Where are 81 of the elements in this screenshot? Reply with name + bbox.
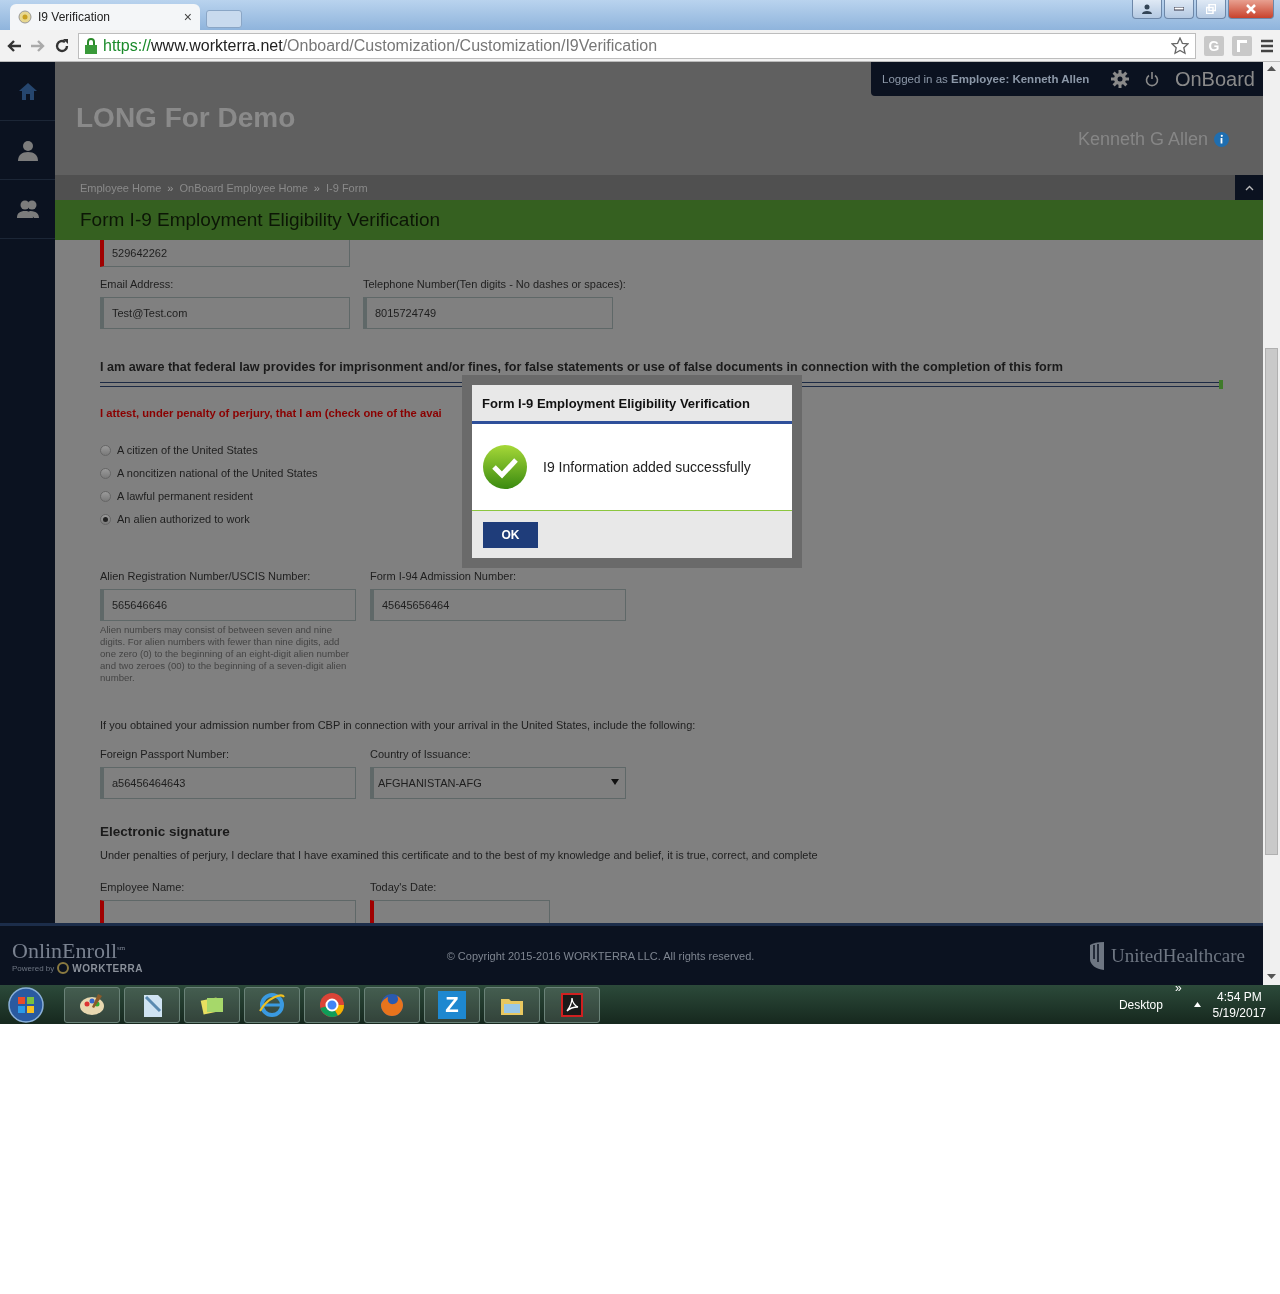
radio-label[interactable]: A citizen of the United States bbox=[117, 444, 258, 456]
section-heading: Electronic signature bbox=[100, 824, 231, 839]
info-icon[interactable] bbox=[1214, 132, 1229, 147]
radio-button[interactable] bbox=[100, 467, 111, 479]
lock-icon bbox=[85, 37, 97, 54]
restore-button[interactable] bbox=[1196, 0, 1226, 19]
input-field[interactable]: 529642262 bbox=[100, 240, 350, 267]
input-field[interactable]: 8015724749 bbox=[363, 297, 613, 329]
reload-icon[interactable] bbox=[54, 37, 70, 54]
page-title: Form I-9 Employment Eligibility Verification bbox=[55, 200, 1263, 240]
breadcrumb-separator: » bbox=[167, 181, 174, 194]
address-bar[interactable]: https://www.workterra.net/Onboard/Customization/Customization/I9Verification bbox=[78, 32, 1196, 59]
radio-button[interactable] bbox=[100, 490, 111, 502]
field-label: Telephone Number(Ten digits - No dashes or spaces): bbox=[363, 278, 626, 291]
browser-tab[interactable]: I9 Verification × bbox=[10, 4, 200, 30]
dialog-title: Form I-9 Employment Eligibility Verification bbox=[472, 385, 792, 424]
input-field[interactable]: a56456464643 bbox=[100, 767, 356, 799]
field-label: Employee Name: bbox=[100, 881, 186, 894]
statement-text: I am aware that federal law provides for imprisonment and/or fines, for false statements or use of false documents in connection with the completion of this form bbox=[100, 360, 1064, 374]
ok-button[interactable]: OK bbox=[483, 522, 538, 548]
favicon-icon bbox=[18, 10, 32, 24]
instruction-text: If you obtained your admission number from CBP in connection with your arrival in the United States, include the following: bbox=[100, 719, 697, 731]
field-label: Country of Issuance: bbox=[370, 748, 472, 761]
letter-e-globe-icon[interactable] bbox=[258, 990, 286, 1019]
chevron-up-icon bbox=[1244, 184, 1254, 191]
field-label: Email Address: bbox=[100, 278, 175, 291]
desktop-toolbar-label[interactable]: Desktop bbox=[1118, 997, 1163, 1012]
caret-icon bbox=[611, 778, 619, 786]
power-icon[interactable] bbox=[1144, 71, 1159, 87]
radio-label[interactable]: An alien authorized to work bbox=[117, 513, 250, 525]
input-field[interactable] bbox=[100, 900, 356, 923]
input-field[interactable] bbox=[370, 900, 550, 923]
user-icon bbox=[1141, 4, 1153, 14]
dialog-message: I9 Information added successfully bbox=[543, 459, 751, 475]
input-field[interactable]: Test@Test.com bbox=[100, 297, 350, 329]
input-field[interactable]: 565646646 bbox=[100, 589, 356, 621]
field-label: Today's Date: bbox=[370, 881, 438, 894]
close-icon bbox=[1246, 4, 1256, 14]
breadcrumb-link[interactable]: I-9 Form bbox=[326, 181, 368, 194]
radio-button[interactable] bbox=[100, 513, 111, 525]
scroll-down-icon[interactable] bbox=[1267, 974, 1276, 979]
user-button[interactable] bbox=[1132, 0, 1162, 19]
app-icon[interactable]: Z bbox=[438, 990, 466, 1019]
scrollbar[interactable] bbox=[1263, 62, 1280, 985]
collapse-button[interactable] bbox=[1235, 175, 1263, 200]
radio-label[interactable]: A noncitizen national of the United States bbox=[117, 467, 318, 479]
breadcrumb-link[interactable]: Employee Home bbox=[80, 181, 162, 194]
minimize-icon bbox=[1174, 7, 1184, 11]
document-icon[interactable] bbox=[558, 990, 586, 1019]
app-name: OnBoard bbox=[1174, 67, 1255, 91]
breadcrumb-separator: » bbox=[313, 181, 320, 194]
country-select[interactable]: AFGHANISTAN-AFG bbox=[370, 767, 626, 799]
checkmark-icon bbox=[482, 444, 528, 490]
tray-arrow-icon[interactable] bbox=[1193, 1002, 1201, 1007]
radio-button[interactable] bbox=[100, 444, 111, 456]
partner-logo: UnitedHealthcare bbox=[1089, 940, 1245, 971]
star-icon[interactable] bbox=[1171, 36, 1189, 55]
field-label: Form I-94 Admission Number: bbox=[370, 570, 518, 583]
field-label: Foreign Passport Number: bbox=[100, 748, 230, 761]
overflow-chevron[interactable]: » bbox=[1174, 980, 1182, 995]
people-icon[interactable] bbox=[16, 198, 39, 220]
input-field[interactable]: 45645656464 bbox=[370, 589, 626, 621]
back-icon[interactable] bbox=[6, 37, 22, 54]
breadcrumb-link[interactable]: OnBoard Employee Home bbox=[179, 181, 308, 194]
close-tab-button[interactable]: × bbox=[183, 9, 192, 25]
logged-in-text: Logged in as Employee: Kenneth Allen bbox=[882, 73, 1091, 85]
restore-icon bbox=[1206, 4, 1216, 14]
field-label: Alien Registration Number/USCIS Number: bbox=[100, 570, 312, 583]
attestation-text: I attest, under penalty of perjury, that I am (check one of the avai bbox=[100, 407, 443, 419]
scroll-up-icon[interactable] bbox=[1267, 66, 1276, 71]
copyright-text: © Copyright 2015-2016 WORKTERRA LLC. All rights reserved. bbox=[445, 949, 756, 962]
person-icon[interactable] bbox=[16, 139, 39, 161]
menu-icon[interactable] bbox=[1260, 38, 1274, 53]
logo: OnlinEnroll$^{sm}$ Powered by WORKTERRA bbox=[12, 937, 144, 975]
declaration-text: Under penalties of perjury, I declare that I have examined this certificate and to the best of my knowledge and belief, it is true, correct, and complete bbox=[100, 849, 819, 861]
close-button[interactable] bbox=[1228, 0, 1274, 19]
tricolor-circle-icon[interactable] bbox=[318, 990, 346, 1019]
settings-icon[interactable] bbox=[1110, 70, 1129, 88]
radio-label[interactable]: A lawful permanent resident bbox=[117, 490, 253, 502]
start-orb-icon[interactable] bbox=[6, 986, 46, 1023]
clock[interactable]: 4:54 PM 5/19/2017 bbox=[1212, 988, 1274, 1021]
